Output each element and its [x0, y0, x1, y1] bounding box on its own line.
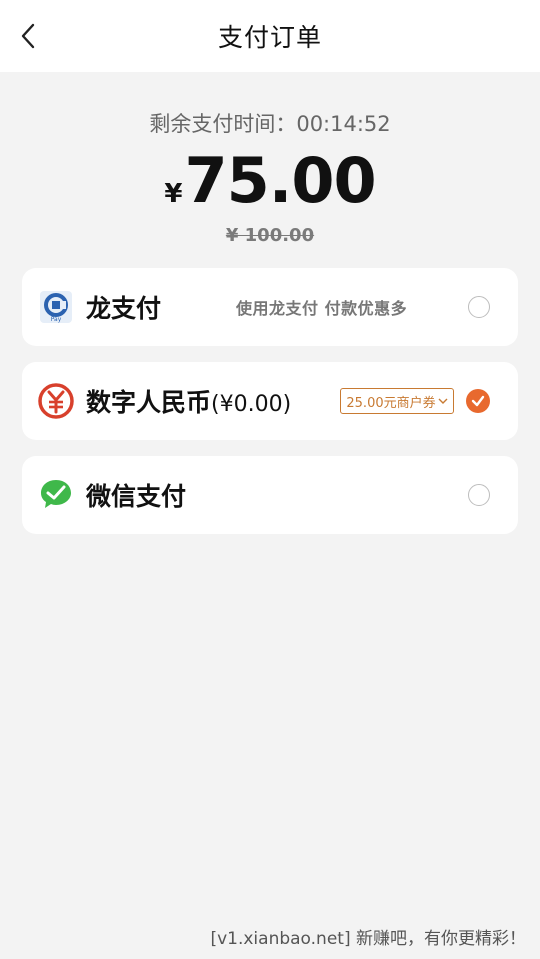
payment-option-wechat-pay[interactable]: 微信支付 — [22, 456, 518, 534]
payment-label: 微信支付 — [86, 482, 187, 511]
balance-text: (¥0.00) — [211, 392, 292, 417]
long-pay-icon: Pay — [40, 291, 72, 323]
checkmark-icon — [471, 395, 485, 407]
amount-value: 75.00 — [184, 144, 376, 217]
promo-text: 使用龙支付 付款优惠多 — [236, 299, 408, 318]
chevron-down-icon — [438, 398, 448, 404]
payment-amount: ¥ 75.00 — [0, 144, 540, 217]
payment-label-text: 数字人民币 — [86, 388, 212, 417]
payment-option-long-pay[interactable]: Pay 龙支付 使用龙支付 付款优惠多 — [22, 268, 518, 346]
payment-countdown: 剩余支付时间：00:14:52 — [149, 112, 391, 136]
coupon-select[interactable]: 25.00元商户券 — [340, 388, 454, 414]
watermark-text: [v1.xianbao.net] 新赚吧，有你更精彩！ — [210, 929, 526, 949]
radio-checked[interactable] — [466, 389, 490, 413]
wechat-pay-icon — [41, 480, 71, 508]
currency-symbol: ¥ — [164, 179, 183, 209]
page-title: 支付订单 — [217, 23, 322, 52]
header-bar: 支付订单 — [0, 0, 540, 72]
payment-label: 龙支付 — [86, 294, 162, 323]
radio-unchecked[interactable] — [468, 296, 490, 318]
payment-option-digital-rmb[interactable]: 数字人民币(¥0.00) 25.00元商户券 — [22, 362, 518, 440]
back-button[interactable] — [14, 22, 42, 50]
digital-rmb-icon — [38, 383, 74, 419]
payment-label: 数字人民币(¥0.00) — [86, 383, 291, 419]
chevron-left-icon — [21, 23, 35, 49]
coupon-label: 25.00元商户券 — [346, 395, 436, 411]
svg-text:Pay: Pay — [51, 316, 62, 323]
original-price: ¥ 100.00 — [225, 225, 315, 246]
radio-unchecked[interactable] — [468, 484, 490, 506]
